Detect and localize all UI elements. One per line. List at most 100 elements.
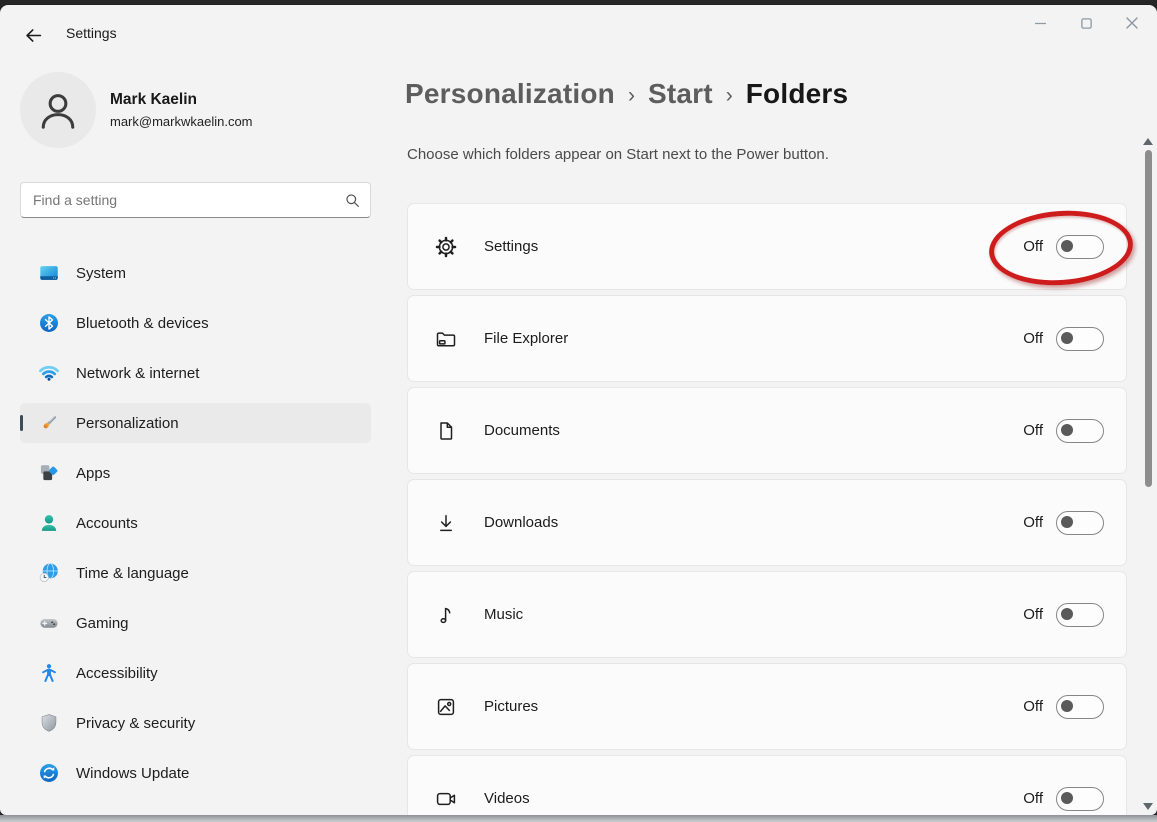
- chevron-right-icon: ›: [627, 83, 635, 107]
- music-note-icon: [434, 603, 458, 627]
- sidebar-item-gaming[interactable]: Gaming: [20, 603, 371, 643]
- sidebar-item-privacy-security[interactable]: Privacy & security: [20, 703, 371, 743]
- sidebar-item-label: Time & language: [76, 564, 189, 582]
- sidebar-item-network-internet[interactable]: Network & internet: [20, 353, 371, 393]
- scrollbar-up-arrow[interactable]: [1143, 138, 1153, 145]
- sidebar-nav: System Bluetooth & devices Network & int…: [20, 253, 371, 803]
- sidebar-item-label: Accounts: [76, 514, 138, 532]
- avatar[interactable]: [20, 72, 96, 148]
- apps-icon: [38, 462, 60, 484]
- row-label: File Explorer: [484, 330, 569, 347]
- video-camera-icon: [434, 787, 458, 811]
- search-input[interactable]: [31, 191, 345, 209]
- toggle-state-label: Off: [1023, 606, 1043, 623]
- folder-row-pictures: Pictures Off: [407, 663, 1127, 750]
- chevron-right-icon: ›: [725, 83, 733, 107]
- sidebar-item-label: Apps: [76, 464, 111, 482]
- scrollbar-thumb[interactable]: [1145, 150, 1152, 487]
- network-icon: [38, 362, 60, 384]
- close-button[interactable]: [1109, 7, 1155, 39]
- system-icon: [38, 262, 60, 284]
- window-bottom-edge: [0, 815, 1157, 822]
- file-explorer-folder-toggle[interactable]: [1056, 326, 1104, 351]
- window-title: Settings: [66, 25, 117, 41]
- personalization-icon: [38, 412, 60, 434]
- maximize-button[interactable]: [1063, 7, 1109, 39]
- toggle-state-label: Off: [1023, 698, 1043, 715]
- sidebar-item-label: Privacy & security: [76, 714, 196, 732]
- sidebar-item-personalization[interactable]: Personalization: [20, 403, 371, 443]
- profile-name: Mark Kaelin: [110, 91, 198, 108]
- videos-folder-toggle[interactable]: [1056, 786, 1104, 811]
- time-language-icon: [38, 562, 60, 584]
- toggle-knob: [1061, 607, 1073, 620]
- toggle-knob: [1061, 331, 1073, 344]
- settings-window: Settings Mark Kaelin mark@markwkaelin.co…: [0, 5, 1157, 815]
- sidebar-item-label: Bluetooth & devices: [76, 314, 209, 332]
- toggle-knob: [1061, 791, 1073, 804]
- sidebar-item-label: Gaming: [76, 614, 129, 632]
- toggle-knob: [1061, 515, 1073, 528]
- search-box: [20, 182, 371, 218]
- search-icon: [345, 193, 360, 208]
- toggle-knob: [1061, 239, 1073, 252]
- accessibility-icon: [38, 662, 60, 684]
- sidebar-item-label: System: [76, 264, 127, 282]
- sidebar-item-time-language[interactable]: Time & language: [20, 553, 371, 593]
- windows-update-icon: [38, 762, 60, 784]
- pictures-folder-toggle[interactable]: [1056, 694, 1104, 719]
- toggle-state-label: Off: [1023, 238, 1043, 255]
- downloads-folder-toggle[interactable]: [1056, 510, 1104, 535]
- profile-email: mark@markwkaelin.com: [110, 114, 253, 129]
- person-icon: [35, 87, 81, 133]
- documents-folder-toggle[interactable]: [1056, 418, 1104, 443]
- row-label: Settings: [484, 238, 539, 255]
- row-label: Downloads: [484, 514, 559, 531]
- sidebar-item-system[interactable]: System: [20, 253, 371, 293]
- file-explorer-folder-icon: [434, 327, 458, 351]
- sidebar-item-windows-update[interactable]: Windows Update: [20, 753, 371, 793]
- toggle-state-label: Off: [1023, 514, 1043, 531]
- folder-row-file-explorer: File Explorer Off: [407, 295, 1127, 382]
- row-label: Pictures: [484, 698, 539, 715]
- sidebar-item-label: Personalization: [76, 414, 179, 432]
- window-controls: [1017, 7, 1155, 39]
- folder-row-settings: Settings Off: [407, 203, 1127, 290]
- toggle-state-label: Off: [1023, 790, 1043, 807]
- sidebar-item-bluetooth-devices[interactable]: Bluetooth & devices: [20, 303, 371, 343]
- scrollbar-down-arrow[interactable]: [1143, 803, 1153, 810]
- music-folder-toggle[interactable]: [1056, 602, 1104, 627]
- settings-folder-toggle[interactable]: [1056, 234, 1104, 259]
- page-description: Choose which folders appear on Start nex…: [407, 146, 829, 163]
- toggle-knob: [1061, 423, 1073, 436]
- folder-row-music: Music Off: [407, 571, 1127, 658]
- toggle-state-label: Off: [1023, 330, 1043, 347]
- document-icon: [434, 419, 458, 443]
- toggle-state-label: Off: [1023, 422, 1043, 439]
- row-label: Music: [484, 606, 524, 623]
- sidebar-item-label: Accessibility: [76, 664, 158, 682]
- folder-row-downloads: Downloads Off: [407, 479, 1127, 566]
- row-label: Documents: [484, 422, 560, 439]
- breadcrumb: Personalization › Start › Folders: [405, 78, 848, 110]
- breadcrumb-start[interactable]: Start: [648, 78, 713, 110]
- accounts-icon: [38, 512, 60, 534]
- picture-icon: [434, 695, 458, 719]
- breadcrumb-personalization[interactable]: Personalization: [405, 78, 615, 110]
- folder-row-videos: Videos Off: [407, 755, 1127, 815]
- back-button[interactable]: [18, 21, 48, 49]
- minimize-button[interactable]: [1017, 7, 1063, 39]
- sidebar-item-label: Windows Update: [76, 764, 190, 782]
- sidebar-item-apps[interactable]: Apps: [20, 453, 371, 493]
- sidebar-item-accounts[interactable]: Accounts: [20, 503, 371, 543]
- toggle-knob: [1061, 699, 1073, 712]
- row-label: Videos: [484, 790, 530, 807]
- settings-gear-icon: [434, 235, 458, 259]
- folder-row-documents: Documents Off: [407, 387, 1127, 474]
- sidebar-item-label: Network & internet: [76, 364, 200, 382]
- sidebar-item-accessibility[interactable]: Accessibility: [20, 653, 371, 693]
- privacy-security-icon: [38, 712, 60, 734]
- download-arrow-icon: [434, 511, 458, 535]
- breadcrumb-folders: Folders: [745, 78, 849, 109]
- arrow-left-icon: [25, 27, 42, 44]
